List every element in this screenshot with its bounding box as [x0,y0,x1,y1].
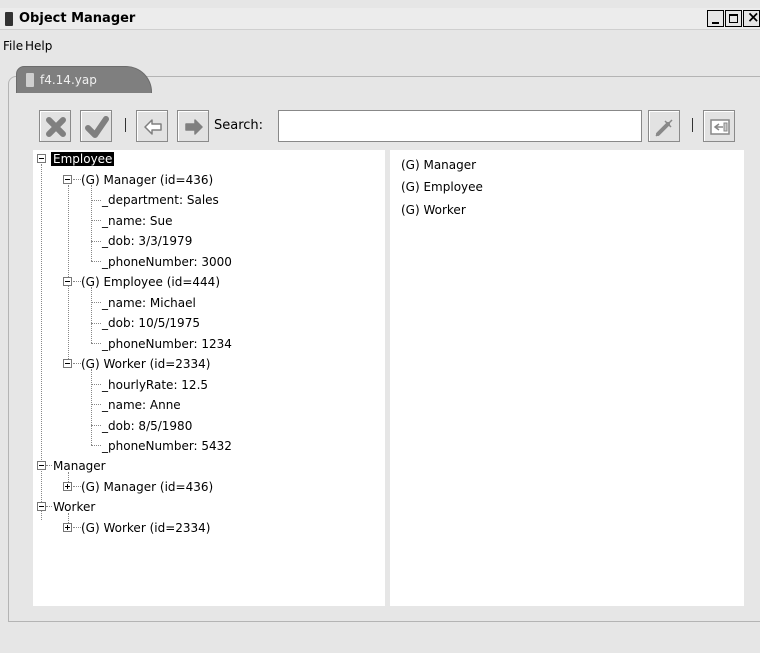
list-item[interactable]: (G) Employee [401,177,483,197]
search-go-button[interactable] [648,110,680,142]
tree-connector [73,527,81,528]
exit-door-icon [710,119,730,135]
tree-connector [91,369,92,445]
search-input[interactable] [278,110,642,142]
close-icon: × [747,8,760,26]
tree-node-field[interactable]: _dob: 10/5/1975 [102,313,200,333]
toolbar-separator [692,118,693,132]
tree-node-object[interactable]: (G) Worker (id=2334) [81,518,210,538]
expand-toggle[interactable] [63,523,72,532]
collapse-toggle[interactable] [63,277,72,286]
tree-connector [91,287,92,343]
tree-node-field[interactable]: _name: Michael [102,293,196,313]
window-controls: × [706,8,760,27]
list-item[interactable]: (G) Manager [401,155,476,175]
syringe-icon [655,119,673,137]
database-icon [26,73,34,87]
checkmark-icon [85,116,109,138]
class-list[interactable]: (G) Manager (G) Employee (G) Worker [390,150,744,606]
delete-button[interactable] [39,110,71,142]
object-tree[interactable]: Employee (G) Manager (id=436) _departmen… [33,150,385,606]
arrow-right-icon [185,119,203,135]
exit-button[interactable] [703,110,735,142]
tree-connector [91,425,101,426]
tree-node-object[interactable]: (G) Worker (id=2334) [81,354,210,374]
tree-node-object[interactable]: (G) Manager (id=436) [81,477,213,497]
tree-node-label: Employee [51,152,115,166]
tree-connector [46,506,52,507]
tree-node-field[interactable]: _name: Anne [102,395,181,415]
app-icon [5,12,13,26]
menu-file[interactable]: File [3,39,23,53]
maximize-button[interactable] [725,10,742,27]
tree-connector [91,200,101,201]
collapse-toggle[interactable] [37,461,46,470]
collapse-toggle[interactable] [63,175,72,184]
tree-node-field[interactable]: _hourlyRate: 12.5 [102,375,208,395]
tree-node-field[interactable]: _dob: 8/5/1980 [102,416,192,436]
tree-connector [91,445,101,446]
title-bar: Object Manager × [0,8,760,30]
collapse-toggle[interactable] [37,154,46,163]
tab-label: f4.14.yap [40,73,97,87]
tree-node-manager-class[interactable]: Manager [53,456,106,476]
tree-connector [91,185,92,261]
tree-connector [91,241,101,242]
window-title: Object Manager [19,11,136,26]
toolbar-separator [125,118,126,132]
menu-help[interactable]: Help [25,39,52,53]
tree-connector [73,281,81,282]
tree-node-field[interactable]: _phoneNumber: 5432 [102,436,232,456]
tree-node-employee-class[interactable]: Employee [51,149,115,169]
search-label: Search: [214,118,264,133]
tree-connector [91,384,101,385]
tree-connector [91,404,101,405]
tree-connector [73,486,81,487]
tree-node-field[interactable]: _department: Sales [102,190,219,210]
tree-connector [73,363,81,364]
tab-file[interactable]: f4.14.yap [16,66,152,93]
list-item[interactable]: (G) Worker [401,200,466,220]
collapse-toggle[interactable] [63,359,72,368]
tree-connector [46,465,52,466]
close-button[interactable]: × [743,8,760,27]
tree-connector [68,185,69,363]
tree-node-field[interactable]: _name: Sue [102,211,173,231]
tree-connector [91,220,101,221]
tree-node-field[interactable]: _phoneNumber: 3000 [102,252,232,272]
tree-connector [91,261,101,262]
delete-x-icon [46,117,66,137]
minimize-button[interactable] [707,10,724,27]
commit-button[interactable] [80,110,112,142]
collapse-toggle[interactable] [37,502,46,511]
back-button[interactable] [136,110,168,142]
tree-node-worker-class[interactable]: Worker [53,497,95,517]
arrow-left-icon [144,119,162,135]
tree-connector [73,179,81,180]
tree-node-object[interactable]: (G) Employee (id=444) [81,272,220,292]
tree-connector [91,302,101,303]
tree-node-field[interactable]: _phoneNumber: 1234 [102,334,232,354]
forward-button[interactable] [177,110,209,142]
tree-connector [91,323,101,324]
expand-toggle[interactable] [63,482,72,491]
tree-node-object[interactable]: (G) Manager (id=436) [81,170,213,190]
tree-node-field[interactable]: _dob: 3/3/1979 [102,231,192,251]
tree-connector [91,343,101,344]
